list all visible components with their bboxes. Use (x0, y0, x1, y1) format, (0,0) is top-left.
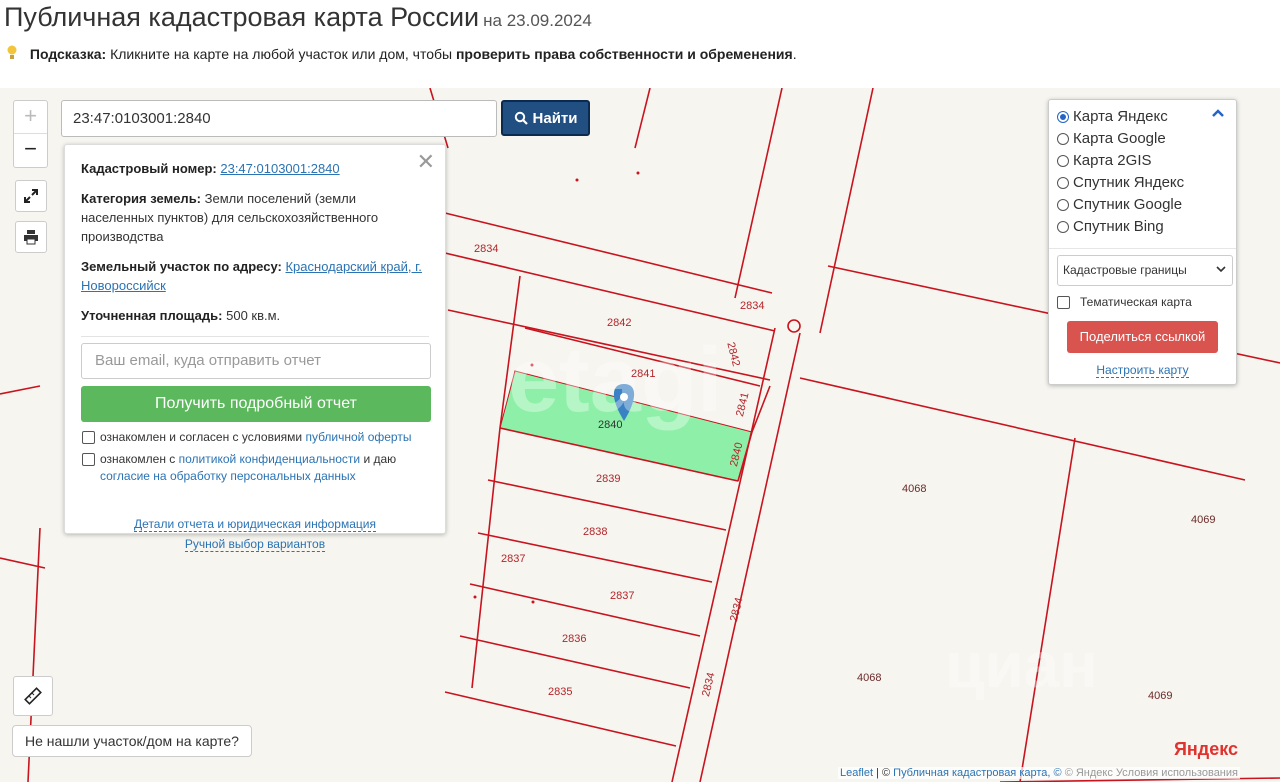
search-icon (514, 111, 528, 125)
plot-label: 2837 (501, 553, 526, 565)
map[interactable]: etagi циан 2834 2842 2834 2842 2841 2841… (0, 88, 1280, 782)
plot-label: 4068 (857, 672, 882, 684)
close-icon[interactable]: ✕ (417, 149, 435, 175)
hint-bold: проверить права собственности и обремене… (455, 46, 793, 62)
plot-label: 2836 (562, 633, 587, 645)
setup-map-link[interactable]: Настроить карту (1096, 363, 1189, 378)
email-input[interactable]: Ваш email, куда отправить отчет (81, 343, 431, 379)
manual-selection-link[interactable]: Ручной выбор вариантов (184, 537, 326, 552)
offer-link[interactable]: публичной оферты (305, 430, 411, 444)
layer-option-google-satellite[interactable]: Спутник Google (1057, 194, 1228, 216)
share-link-button[interactable]: Поделиться ссылкой (1067, 321, 1218, 353)
boundaries-select[interactable]: Кадастровые границы (1057, 255, 1233, 286)
zoom-in-button[interactable]: + (14, 101, 47, 134)
plot-label: 2835 (548, 686, 573, 698)
fullscreen-button[interactable] (15, 180, 47, 212)
map-attribution: Leaflet | © Публичная кадастровая карта,… (837, 767, 1240, 779)
cadastral-search-field[interactable] (61, 100, 497, 137)
layer-option-google-map[interactable]: Карта Google (1057, 128, 1228, 150)
privacy-link[interactable]: политикой конфиденциальности (179, 452, 360, 466)
cian-watermark: циан (945, 629, 1098, 701)
cadastral-search-input[interactable] (71, 101, 491, 136)
privacy-checkbox[interactable] (82, 453, 95, 466)
plot-label: 2839 (596, 473, 621, 485)
get-report-button[interactable]: Получить подробный отчет (81, 386, 431, 422)
print-button[interactable] (15, 221, 47, 253)
page-date: на 23.09.2024 (483, 11, 592, 30)
etagi-watermark: etagi (508, 329, 723, 431)
plot-label: 2834 (740, 300, 765, 312)
layer-option-bing-satellite[interactable]: Спутник Bing (1057, 216, 1228, 238)
pkk-link[interactable]: Публичная кадастровая карта, © (893, 767, 1061, 779)
printer-icon (24, 230, 38, 245)
lightbulb-icon (7, 45, 17, 59)
plot-label: 4069 (1191, 514, 1216, 526)
layer-option-yandex-map[interactable]: Карта Яндекс (1057, 106, 1228, 128)
plot-label: 2834 (474, 243, 499, 255)
find-button-label: Найти (532, 109, 578, 127)
radio-icon[interactable] (1057, 199, 1069, 211)
find-button[interactable]: Найти (501, 100, 590, 136)
consent-link[interactable]: согласие на обработку персональных данны… (100, 469, 356, 483)
page-title: Публичная кадастровая карта России на 23.… (4, 2, 592, 32)
radio-icon[interactable] (1057, 133, 1069, 145)
zoom-control: + − (13, 100, 48, 168)
not-found-button[interactable]: Не нашли участок/дом на карте? (12, 725, 252, 757)
hint-bar: Подсказка: Кликните на карте на любой уч… (6, 45, 797, 62)
ruler-button[interactable] (13, 676, 53, 716)
plot-label: 2838 (583, 526, 608, 538)
zoom-out-button[interactable]: − (14, 134, 47, 166)
layer-option-yandex-satellite[interactable]: Спутник Яндекс (1057, 172, 1228, 194)
plot-label: 2837 (610, 590, 635, 602)
chevron-up-icon[interactable] (1211, 108, 1225, 118)
report-details-link[interactable]: Детали отчета и юридическая информация (134, 517, 376, 532)
hint-text: Кликните на карте на любой участок или д… (110, 46, 453, 62)
plot-info-popup: ✕ Кадастровый номер: 23:47:0103001:2840 … (64, 144, 446, 552)
map-marker-circle (787, 319, 801, 333)
plot-label: 2841 (631, 368, 656, 380)
ruler-icon (24, 687, 42, 705)
yandex-logo: Яндекс (1173, 739, 1238, 759)
map-layers-panel: Карта Яндекс Карта Google Карта 2GIS Спу… (1048, 99, 1237, 385)
layer-option-2gis-map[interactable]: Карта 2GIS (1057, 150, 1228, 172)
area-value: 500 кв.м. (226, 308, 281, 323)
chevron-down-icon (1216, 266, 1226, 273)
plot-label: 2842 (607, 317, 632, 329)
leaflet-link[interactable]: Leaflet (840, 767, 873, 779)
plot-label: 2840 (598, 419, 623, 431)
radio-icon[interactable] (1057, 221, 1069, 233)
radio-icon[interactable] (1057, 155, 1069, 167)
cadastral-number-link[interactable]: 23:47:0103001:2840 (220, 161, 339, 176)
hint-label: Подсказка: (29, 46, 107, 62)
radio-icon[interactable] (1057, 177, 1069, 189)
expand-icon (24, 189, 38, 203)
offer-checkbox[interactable] (82, 431, 95, 444)
plot-label: 4069 (1148, 690, 1173, 702)
plot-label: 4068 (902, 483, 927, 495)
thematic-checkbox[interactable] (1057, 295, 1070, 309)
radio-icon[interactable] (1057, 111, 1069, 123)
